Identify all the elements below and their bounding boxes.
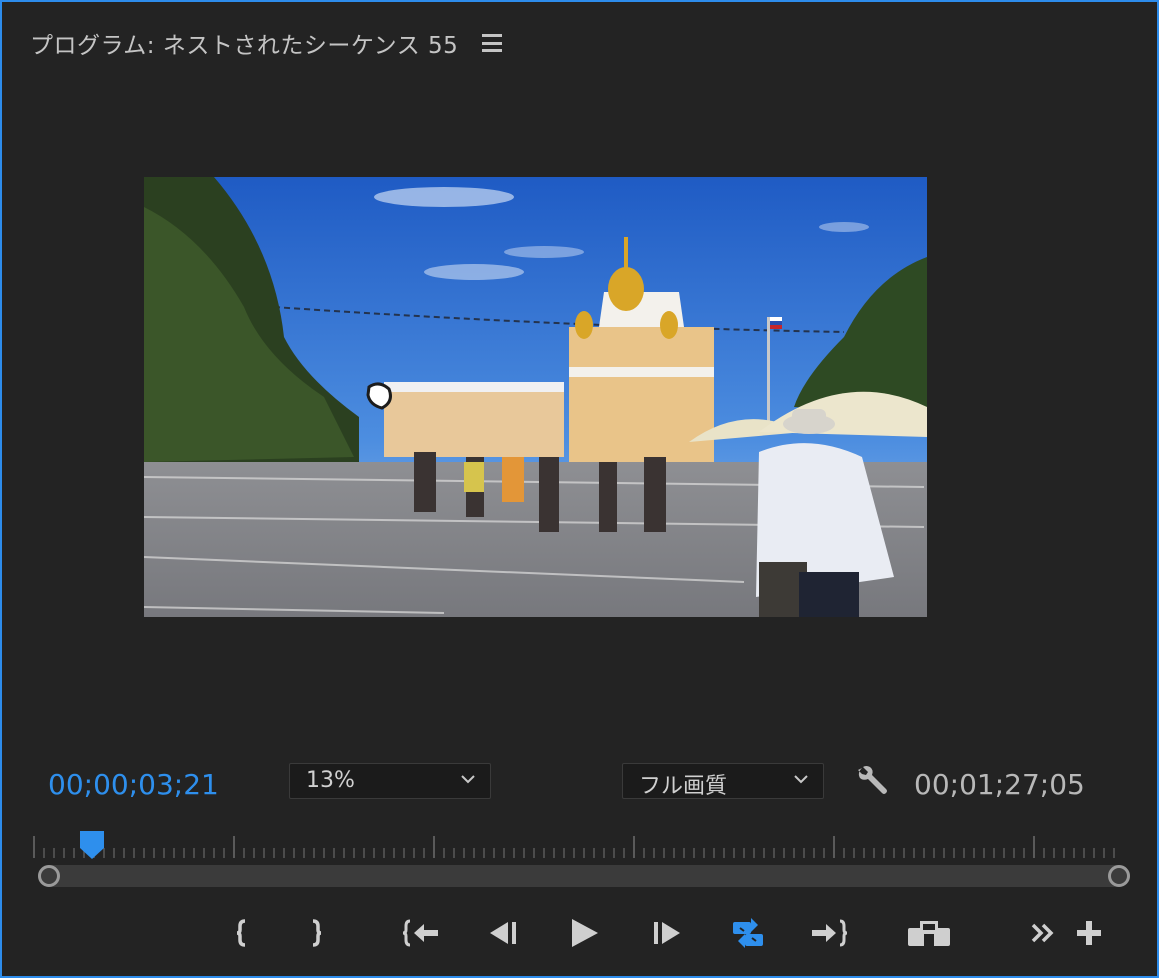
go-to-in-button[interactable] [400,910,442,956]
mark-out-button[interactable] [302,910,332,956]
duration-timecode: 00;01;27;05 [914,768,1085,801]
chevron-down-icon [794,775,808,784]
step-back-button[interactable] [484,910,520,956]
time-ruler[interactable] [32,832,1132,864]
chevron-down-icon [461,775,475,784]
export-frame-button[interactable] [904,910,954,956]
hamburger-menu-icon[interactable] [482,34,503,52]
monitor-controls-row: 00;00;03;21 13% フル画質 00;01;27;05 [2,762,1157,802]
camera-icon [908,921,950,946]
loop-button[interactable] [728,910,768,956]
button-editor-button[interactable] [1072,910,1106,956]
zoom-scroll-bar[interactable] [38,865,1130,887]
go-to-in-icon [402,919,438,947]
current-timecode[interactable]: 00;00;03;21 [48,768,219,801]
play-icon [572,919,598,947]
plus-icon [1077,921,1101,945]
step-forward-icon [654,922,680,944]
program-monitor-panel: プログラム: ネストされたシーケンス 55 00;00;03;21 13% フル… [0,0,1159,978]
playback-quality-value: フル画質 [639,774,728,799]
playback-quality-dropdown[interactable]: フル画質 [622,763,824,799]
wrench-icon[interactable] [854,764,888,798]
video-frame[interactable] [144,177,927,617]
scroll-handle-left[interactable] [38,865,60,887]
play-button[interactable] [564,910,604,956]
mark-out-icon [312,919,322,947]
panel-header: プログラム: ネストされたシーケンス 55 [30,26,503,60]
loop-icon [733,918,763,948]
step-back-icon [490,922,516,944]
mark-in-icon [236,919,246,947]
double-chevron-icon [1031,923,1054,943]
step-forward-button[interactable] [650,910,686,956]
panel-title[interactable]: プログラム: ネストされたシーケンス 55 [30,26,458,60]
zoom-level-value: 13% [306,768,355,793]
zoom-level-dropdown[interactable]: 13% [289,763,491,799]
scroll-handle-right[interactable] [1108,865,1130,887]
mark-in-button[interactable] [226,910,256,956]
playhead[interactable] [79,830,105,860]
go-to-out-icon [812,919,848,947]
go-to-out-button[interactable] [808,910,850,956]
more-controls-button[interactable] [1026,910,1060,956]
